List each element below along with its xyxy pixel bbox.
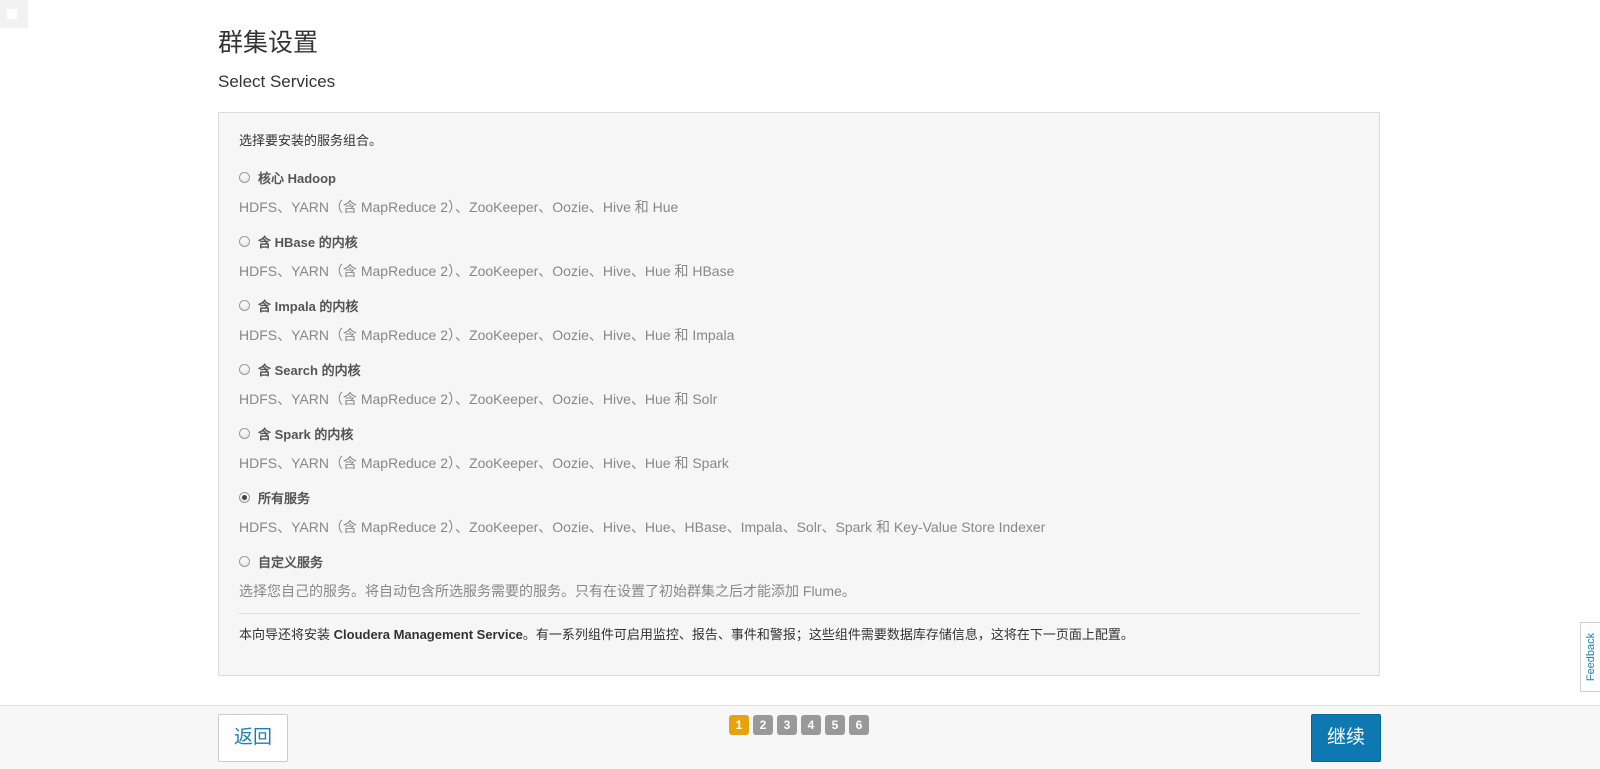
divider	[239, 613, 1359, 614]
wizard-footer: 返回 1 2 3 4 5 6 继续	[0, 705, 1600, 769]
option-core-impala[interactable]: 含 Impala 的内核	[239, 293, 1359, 317]
radio-icon[interactable]	[239, 555, 250, 567]
page-title: 群集设置	[218, 29, 319, 57]
continue-button[interactable]: 继续	[1311, 714, 1381, 762]
feedback-tab[interactable]: Feedback	[1580, 622, 1600, 692]
option-core-hbase[interactable]: 含 HBase 的内核	[239, 229, 1359, 253]
step-1[interactable]: 1	[729, 715, 749, 735]
option-description: 选择您自己的服务。将自动包含所选服务需要的服务。只有在设置了初始群集之后才能添加…	[239, 583, 856, 599]
corner-square-icon	[0, 0, 28, 28]
option-label[interactable]: 含 HBase 的内核	[258, 232, 358, 251]
option-label[interactable]: 所有服务	[258, 488, 310, 507]
panel-intro: 选择要安装的服务组合。	[239, 133, 383, 148]
radio-icon[interactable]	[239, 491, 250, 503]
option-label[interactable]: 含 Impala 的内核	[258, 296, 358, 315]
step-5[interactable]: 5	[825, 715, 845, 735]
option-custom-services[interactable]: 自定义服务	[239, 549, 1359, 573]
option-label[interactable]: 含 Search 的内核	[258, 360, 361, 379]
step-6[interactable]: 6	[849, 715, 869, 735]
step-3[interactable]: 3	[777, 715, 797, 735]
radio-icon[interactable]	[239, 363, 250, 375]
section-title: Select Services	[218, 72, 336, 91]
option-core-spark[interactable]: 含 Spark 的内核	[239, 421, 1359, 445]
option-core-hadoop[interactable]: 核心 Hadoop	[239, 165, 1359, 189]
page-container: 群集设置 Select Services 选择要安装的服务组合。 核心 Hado…	[218, 0, 1382, 676]
option-label[interactable]: 含 Spark 的内核	[258, 424, 353, 443]
services-panel: 选择要安装的服务组合。 核心 Hadoop HDFS、YARN（含 MapRed…	[218, 112, 1380, 676]
note-suffix: 。有一系列组件可启用监控、报告、事件和警报；这些组件需要数据库存储信息，这将在下…	[522, 627, 1134, 642]
feedback-label[interactable]: Feedback	[1585, 633, 1597, 681]
step-indicator: 1 2 3 4 5 6	[729, 715, 869, 735]
radio-icon[interactable]	[239, 299, 250, 311]
radio-icon[interactable]	[239, 427, 250, 439]
option-description: HDFS、YARN（含 MapReduce 2）、ZooKeeper、Oozie…	[239, 199, 679, 215]
option-description: HDFS、YARN（含 MapReduce 2）、ZooKeeper、Oozie…	[239, 519, 1046, 535]
option-core-search[interactable]: 含 Search 的内核	[239, 357, 1359, 381]
option-description: HDFS、YARN（含 MapReduce 2）、ZooKeeper、Oozie…	[239, 455, 729, 471]
option-description: HDFS、YARN（含 MapReduce 2）、ZooKeeper、Oozie…	[239, 263, 735, 279]
option-label[interactable]: 自定义服务	[258, 552, 323, 571]
step-4[interactable]: 4	[801, 715, 821, 735]
back-button[interactable]: 返回	[218, 714, 288, 762]
note-bold: Cloudera Management Service	[333, 627, 523, 642]
radio-icon[interactable]	[239, 235, 250, 247]
management-service-note: 本向导还将安装 Cloudera Management Service。有一系列…	[239, 624, 1359, 646]
option-label[interactable]: 核心 Hadoop	[258, 168, 336, 187]
note-prefix: 本向导还将安装	[239, 627, 334, 642]
option-description: HDFS、YARN（含 MapReduce 2）、ZooKeeper、Oozie…	[239, 327, 735, 343]
option-description: HDFS、YARN（含 MapReduce 2）、ZooKeeper、Oozie…	[239, 391, 718, 407]
radio-icon[interactable]	[239, 171, 250, 183]
step-2[interactable]: 2	[753, 715, 773, 735]
option-all-services[interactable]: 所有服务	[239, 485, 1359, 509]
